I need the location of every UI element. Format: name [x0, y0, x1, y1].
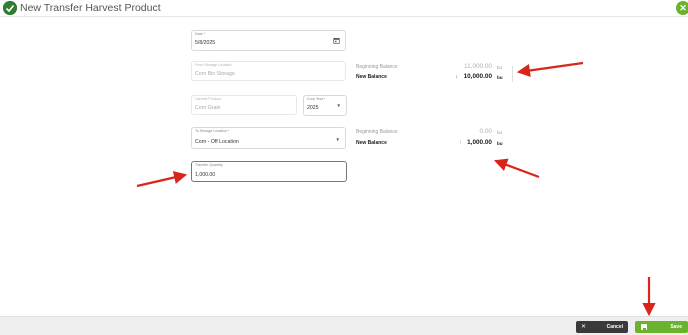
- annotation-arrow-from-balance: [516, 61, 584, 78]
- to-new-balance-unit: bu: [497, 141, 503, 146]
- close-button[interactable]: ✕: [676, 1, 688, 15]
- harvest-product-field: Harvest Product Corn Grain: [191, 95, 297, 115]
- to-beginning-balance-unit: bu: [497, 130, 503, 135]
- harvest-product-label: Harvest Product: [195, 97, 221, 101]
- chevron-down-icon: ▼: [336, 103, 341, 108]
- crop-year-value: 2025: [307, 105, 319, 111]
- page-title: New Transfer Harvest Product: [20, 2, 161, 14]
- from-new-balance-value: 10,000.00: [463, 73, 492, 80]
- from-storage-value: Corn Bin Storage: [195, 71, 235, 77]
- to-storage-value: Corn - Off Location: [195, 139, 239, 145]
- annotation-arrow-transfer-quantity: [136, 171, 188, 188]
- to-storage-select[interactable]: To Storage Location * Corn - Off Locatio…: [191, 127, 346, 149]
- crop-year-label: Crop Year *: [307, 97, 326, 101]
- date-value: 5/8/2025: [195, 40, 216, 46]
- from-storage-label: From Storage Location: [195, 63, 232, 67]
- save-button[interactable]: Save: [635, 321, 688, 333]
- divider: [512, 66, 513, 82]
- to-new-balance-value: 1,000.00: [467, 139, 492, 146]
- to-storage-label: To Storage Location *: [195, 129, 230, 133]
- date-label: Date *: [195, 32, 205, 36]
- transfer-quantity-label: Transfer Quantity: [195, 163, 223, 167]
- harvest-product-value: Corn Grain: [195, 105, 221, 111]
- app-logo-icon: [3, 1, 17, 15]
- calendar-icon[interactable]: [333, 37, 340, 46]
- save-disk-icon: [641, 324, 647, 330]
- from-new-balance-unit: bu: [497, 75, 503, 80]
- from-storage-field: From Storage Location Corn Bin Storage: [191, 61, 346, 81]
- date-field[interactable]: Date * 5/8/2025: [191, 30, 346, 51]
- from-new-balance-label: New Balance: [356, 74, 387, 80]
- close-icon: ✕: [581, 324, 587, 330]
- chevron-down-icon: ▼: [335, 137, 340, 142]
- cancel-label: Cancel: [606, 324, 623, 330]
- from-beginning-balance-value: 11,000.00: [464, 63, 492, 70]
- annotation-arrow-to-balance: [493, 158, 540, 179]
- save-label: Save: [670, 324, 682, 330]
- to-new-balance-label: New Balance: [356, 140, 387, 146]
- to-beginning-balance-label: Beginning Balance: [356, 129, 398, 135]
- from-beginning-balance-label: Beginning Balance: [356, 64, 398, 70]
- transfer-quantity-value: 1,000.00: [195, 172, 216, 178]
- close-icon: ✕: [679, 3, 687, 13]
- to-beginning-balance-value: 0.00: [479, 128, 492, 135]
- cancel-button[interactable]: ✕ Cancel: [576, 321, 628, 333]
- from-beginning-balance-unit: bu: [497, 65, 503, 70]
- transfer-quantity-input[interactable]: Transfer Quantity 1,000.00: [191, 161, 347, 182]
- window-header: New Transfer Harvest Product ✕: [0, 0, 688, 17]
- crop-year-select[interactable]: Crop Year * 2025 ▼: [303, 95, 347, 116]
